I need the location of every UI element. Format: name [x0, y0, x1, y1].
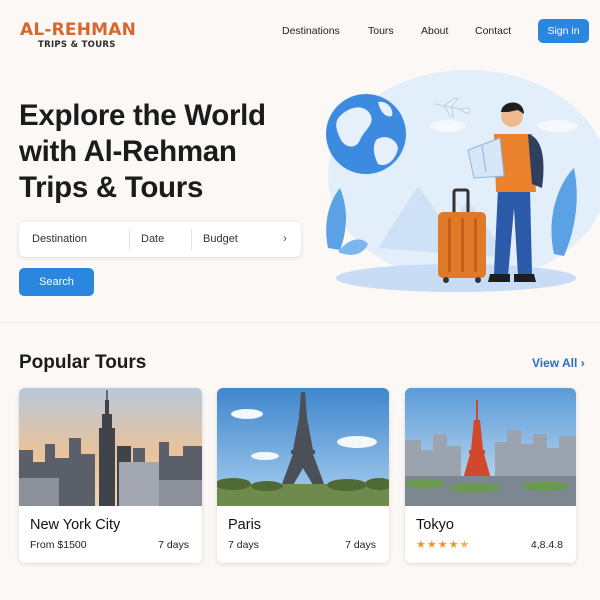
traveler-illustration	[326, 70, 600, 292]
date-field[interactable]: Date	[141, 233, 164, 245]
tour-name: Paris	[228, 517, 262, 533]
new-york-skyline-image	[19, 388, 202, 506]
brand-logo[interactable]: AL-REHMAN TRIPS & TOURS	[20, 21, 136, 50]
nav-link-about[interactable]: About	[421, 25, 448, 37]
view-all-link[interactable]: View All ›	[532, 356, 585, 370]
popular-tours-title: Popular Tours	[19, 352, 147, 373]
hero-title-line-2: with Al-Rehman	[19, 135, 237, 168]
tour-duration: 7 days	[345, 539, 376, 551]
cloud-shape	[538, 120, 578, 132]
plant-shape	[326, 188, 346, 250]
tour-duration: 7 days	[158, 539, 189, 551]
chevron-right-icon: ›	[580, 356, 585, 370]
search-bar: Destination Date Budget ›	[19, 222, 301, 257]
header-bar: AL-REHMAN TRIPS & TOURS Destinations Tou…	[0, 0, 600, 64]
tour-name: New York City	[30, 517, 121, 533]
tour-price: 7 days	[228, 539, 259, 551]
tour-name: Tokyo	[416, 517, 454, 533]
globe-icon	[326, 94, 406, 174]
sign-in-button[interactable]: Sign in	[538, 19, 589, 43]
tour-card-tokyo[interactable]: Tokyo ★★★★★ 4,8.4.8	[405, 388, 576, 563]
chevron-right-icon[interactable]: ›	[283, 231, 287, 245]
field-divider	[129, 229, 130, 250]
cloud-shape	[430, 120, 466, 132]
tokyo-tower-image	[405, 388, 576, 506]
nav-link-destinations[interactable]: Destinations	[282, 25, 340, 37]
star-rating-icon: ★★★★★	[416, 539, 471, 551]
hero-title: Explore the World with Al-Rehman Trips &…	[19, 98, 319, 206]
brand-name: AL-REHMAN	[20, 20, 137, 40]
nav-link-contact[interactable]: Contact	[475, 25, 511, 37]
tour-card-new-york[interactable]: New York City From $1500 7 days	[19, 388, 202, 563]
tour-card-paris[interactable]: Paris 7 days 7 days	[217, 388, 389, 563]
tour-rating: 4,8.4.8	[530, 539, 563, 551]
paris-eiffel-image	[217, 388, 389, 506]
hero-title-line-1: Explore the World	[19, 99, 266, 132]
section-divider	[0, 322, 600, 323]
search-button[interactable]: Search	[19, 268, 94, 296]
destination-field[interactable]: Destination	[32, 233, 87, 245]
field-divider	[191, 229, 192, 250]
view-all-label: View All	[532, 356, 578, 370]
nav-link-tours[interactable]: Tours	[368, 25, 394, 37]
tour-price: From $1500	[30, 539, 87, 551]
budget-field[interactable]: Budget	[203, 233, 238, 245]
hero-title-line-3: Trips & Tours	[19, 171, 204, 204]
brand-tagline: TRIPS & TOURS	[38, 40, 116, 50]
